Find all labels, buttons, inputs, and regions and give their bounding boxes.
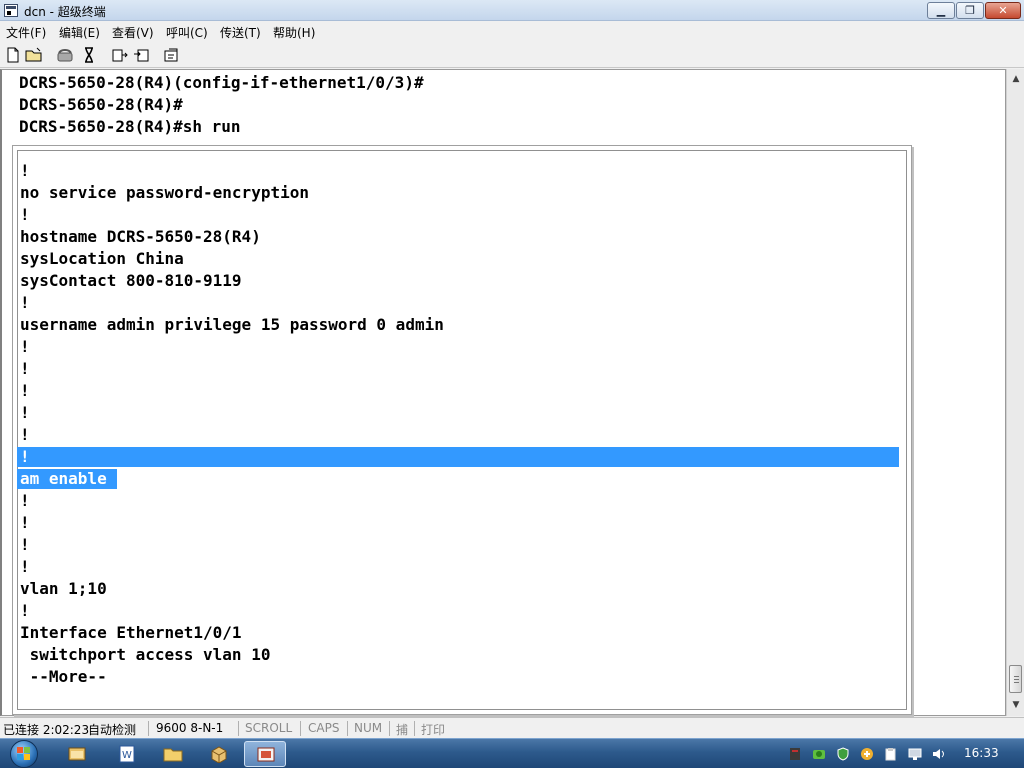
detect-status: 自动检测: [88, 723, 137, 737]
explorer-icon[interactable]: [56, 741, 98, 767]
scroll-down-arrow-icon[interactable]: ▼: [1008, 697, 1024, 713]
config-line: !: [20, 381, 30, 400]
config-line: !: [20, 359, 30, 378]
vertical-scrollbar[interactable]: ▲ ▼: [1006, 69, 1024, 716]
config-line: switchport access vlan 10: [20, 645, 271, 664]
window-title: dcn - 超级终端: [24, 5, 106, 19]
status-divider: [414, 721, 415, 736]
grip-icon: [1014, 682, 1019, 683]
connection-time: 已连接 2:02:23: [3, 723, 90, 737]
disconnect-icon[interactable]: [79, 45, 99, 65]
properties-icon[interactable]: [162, 45, 182, 65]
config-line: Interface Ethernet1/0/1: [20, 623, 242, 642]
config-line: !: [20, 293, 30, 312]
config-line-selected: am enable: [20, 469, 107, 488]
menu-help[interactable]: 帮助(H): [273, 24, 315, 41]
hyperterminal-icon[interactable]: [244, 741, 286, 767]
config-line: !: [20, 425, 30, 444]
folder-icon[interactable]: [152, 741, 194, 767]
config-line: sysContact 800-810-9119: [20, 271, 242, 290]
config-line: !: [20, 557, 30, 576]
menu-view[interactable]: 查看(V): [112, 24, 154, 41]
config-line: username admin privilege 15 password 0 a…: [20, 315, 444, 334]
config-line: !: [20, 491, 30, 510]
menu-call[interactable]: 呼叫(C): [166, 24, 208, 41]
status-divider: [238, 721, 239, 736]
status-divider: [389, 721, 390, 736]
taskbar-clock[interactable]: 16:33: [964, 746, 999, 760]
app-icon: [4, 4, 18, 17]
network-icon[interactable]: [788, 747, 802, 761]
terminal-line: DCRS-5650-28(R4)#: [19, 95, 183, 114]
menu-file[interactable]: 文件(F): [6, 24, 46, 41]
config-line: !: [20, 337, 30, 356]
package-icon[interactable]: [198, 741, 240, 767]
num-status: NUM: [354, 721, 383, 735]
scrollbar-thumb[interactable]: [1009, 665, 1022, 693]
menu-bar: 文件(F) 编辑(E) 查看(V) 呼叫(C) 传送(T) 帮助(H): [0, 22, 1024, 41]
windows-flag-icon: [17, 747, 30, 760]
running-config-pane[interactable]: ! no service password-encryption ! hostn…: [12, 145, 912, 715]
shield-icon[interactable]: [836, 747, 850, 761]
start-button[interactable]: [6, 739, 46, 768]
status-bar: 已连接 2:02:23 自动检测 9600 8-N-1 SCROLL CAPS …: [0, 717, 1024, 738]
maximize-button[interactable]: ❐: [956, 2, 984, 19]
scroll-up-arrow-icon[interactable]: ▲: [1008, 71, 1024, 87]
status-divider: [347, 721, 348, 736]
config-line-selected: !: [20, 447, 30, 466]
new-file-icon[interactable]: [3, 45, 23, 65]
config-line: hostname DCRS-5650-28(R4): [20, 227, 261, 246]
minimize-button[interactable]: ▁: [927, 2, 955, 19]
caps-status: CAPS: [308, 721, 340, 735]
close-button[interactable]: ✕: [985, 2, 1021, 19]
terminal-line: DCRS-5650-28(R4)#sh run: [19, 117, 241, 136]
grip-icon: [1014, 679, 1019, 680]
open-folder-icon[interactable]: [24, 45, 44, 65]
clipboard-icon[interactable]: [884, 747, 898, 761]
config-line: !: [20, 535, 30, 554]
terminal-screen[interactable]: DCRS-5650-28(R4)(config-if-ethernet1/0/3…: [0, 69, 1006, 716]
config-line: vlan 1;10: [20, 579, 107, 598]
word-icon[interactable]: W: [106, 741, 148, 767]
baud-status: 9600 8-N-1: [156, 721, 224, 735]
title-bar: dcn - 超级终端 ▁ ❐ ✕: [0, 0, 1024, 21]
config-line: !: [20, 513, 30, 532]
status-divider: [300, 721, 301, 736]
menu-edit[interactable]: 编辑(E): [59, 24, 100, 41]
receive-icon[interactable]: [132, 45, 152, 65]
capture-status: 捕: [396, 723, 409, 737]
terminal-line: DCRS-5650-28(R4)(config-if-ethernet1/0/3…: [19, 73, 424, 92]
config-line: !: [20, 403, 30, 422]
send-icon[interactable]: [110, 45, 130, 65]
status-divider: [148, 721, 149, 736]
volume-icon[interactable]: [932, 747, 946, 761]
ime-icon[interactable]: [860, 747, 874, 761]
selection-highlight: [17, 447, 899, 467]
display-icon[interactable]: [908, 747, 922, 761]
config-line: !: [20, 205, 30, 224]
taskbar: W 16:33: [0, 738, 1024, 768]
config-line: !: [20, 161, 30, 180]
config-line: sysLocation China: [20, 249, 184, 268]
toolbar: [0, 42, 1024, 68]
menu-transfer[interactable]: 传送(T): [220, 24, 261, 41]
svg-text:W: W: [122, 750, 132, 761]
scroll-lock-status: SCROLL: [245, 721, 293, 735]
grip-icon: [1014, 676, 1019, 677]
more-prompt: --More--: [20, 667, 107, 686]
config-line: no service password-encryption: [20, 183, 309, 202]
config-line: !: [20, 601, 30, 620]
security-icon[interactable]: [812, 747, 826, 761]
phone-icon[interactable]: [55, 45, 75, 65]
print-status: 打印: [421, 723, 446, 737]
